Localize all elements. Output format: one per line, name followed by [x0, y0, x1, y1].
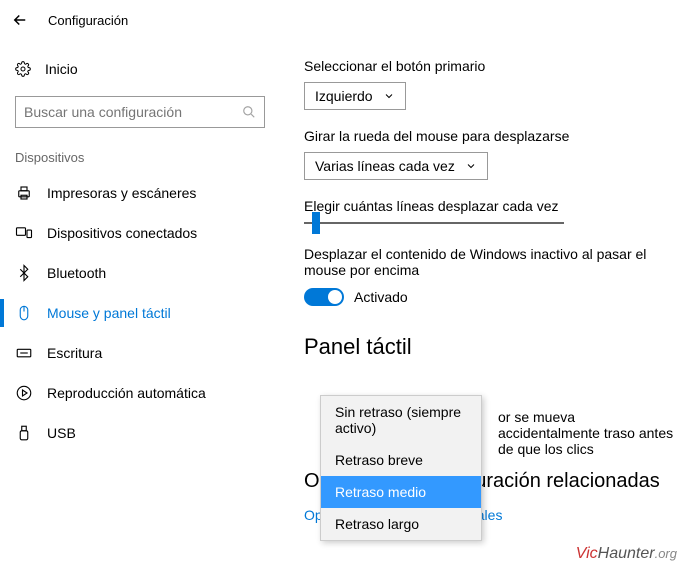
usb-icon	[15, 424, 33, 442]
keyboard-icon	[15, 344, 33, 362]
header-title: Configuración	[48, 13, 128, 28]
watermark: VicHaunter.org	[576, 545, 677, 563]
primary-button-label: Seleccionar el botón primario	[304, 58, 667, 74]
sidebar-item-label: Bluetooth	[47, 265, 106, 281]
primary-button-value: Izquierdo	[315, 88, 373, 104]
popup-option[interactable]: Retraso largo	[321, 508, 481, 540]
sidebar-item-autoplay[interactable]: Reproducción automática	[15, 373, 265, 413]
sidebar-category: Dispositivos	[15, 150, 265, 165]
sidebar-item-label: Dispositivos conectados	[47, 225, 197, 241]
mouse-icon	[15, 304, 33, 322]
toggle-state-label: Activado	[354, 289, 408, 305]
wheel-dropdown[interactable]: Varias líneas cada vez	[304, 152, 488, 180]
lines-label: Elegir cuántas líneas desplazar cada vez	[304, 198, 667, 214]
search-input[interactable]	[24, 104, 242, 120]
inactive-scroll-label: Desplazar el contenido de Windows inacti…	[304, 246, 667, 278]
sidebar-home-label: Inicio	[45, 61, 78, 77]
bluetooth-icon	[15, 264, 33, 282]
printer-icon	[15, 184, 33, 202]
devices-icon	[15, 224, 33, 242]
back-button[interactable]	[0, 0, 40, 40]
sidebar-item-connected[interactable]: Dispositivos conectados	[15, 213, 265, 253]
search-input-wrap[interactable]	[15, 96, 265, 128]
chevron-down-icon	[465, 160, 477, 172]
wheel-value: Varias líneas cada vez	[315, 158, 455, 174]
sidebar-item-label: Reproducción automática	[47, 385, 206, 401]
popup-option[interactable]: Retraso breve	[321, 444, 481, 476]
touchpad-description-fragment: or se mueva accidentalmente traso antes …	[498, 409, 678, 457]
search-icon	[242, 105, 256, 119]
slider-thumb[interactable]	[312, 212, 320, 234]
popup-option[interactable]: Sin retraso (siempre activo)	[321, 396, 481, 444]
sidebar-item-label: Escritura	[47, 345, 102, 361]
sidebar-item-bluetooth[interactable]: Bluetooth	[15, 253, 265, 293]
primary-button-dropdown[interactable]: Izquierdo	[304, 82, 406, 110]
sidebar-item-printers[interactable]: Impresoras y escáneres	[15, 173, 265, 213]
touchpad-heading: Panel táctil	[304, 334, 667, 360]
inactive-scroll-toggle[interactable]	[304, 288, 344, 306]
sidebar-item-mouse[interactable]: Mouse y panel táctil	[15, 293, 265, 333]
lines-slider[interactable]	[304, 222, 564, 224]
touchpad-delay-popup[interactable]: Sin retraso (siempre activo)Retraso brev…	[320, 395, 482, 541]
sidebar-item-label: Impresoras y escáneres	[47, 185, 196, 201]
sidebar-item-typing[interactable]: Escritura	[15, 333, 265, 373]
popup-option[interactable]: Retraso medio	[321, 476, 481, 508]
sidebar-item-label: USB	[47, 425, 76, 441]
chevron-down-icon	[383, 90, 395, 102]
autoplay-icon	[15, 384, 33, 402]
sidebar-item-usb[interactable]: USB	[15, 413, 265, 453]
gear-icon	[15, 61, 31, 77]
sidebar-home[interactable]: Inicio	[15, 50, 265, 88]
wheel-label: Girar la rueda del mouse para desplazars…	[304, 128, 667, 144]
sidebar-item-label: Mouse y panel táctil	[47, 305, 171, 321]
